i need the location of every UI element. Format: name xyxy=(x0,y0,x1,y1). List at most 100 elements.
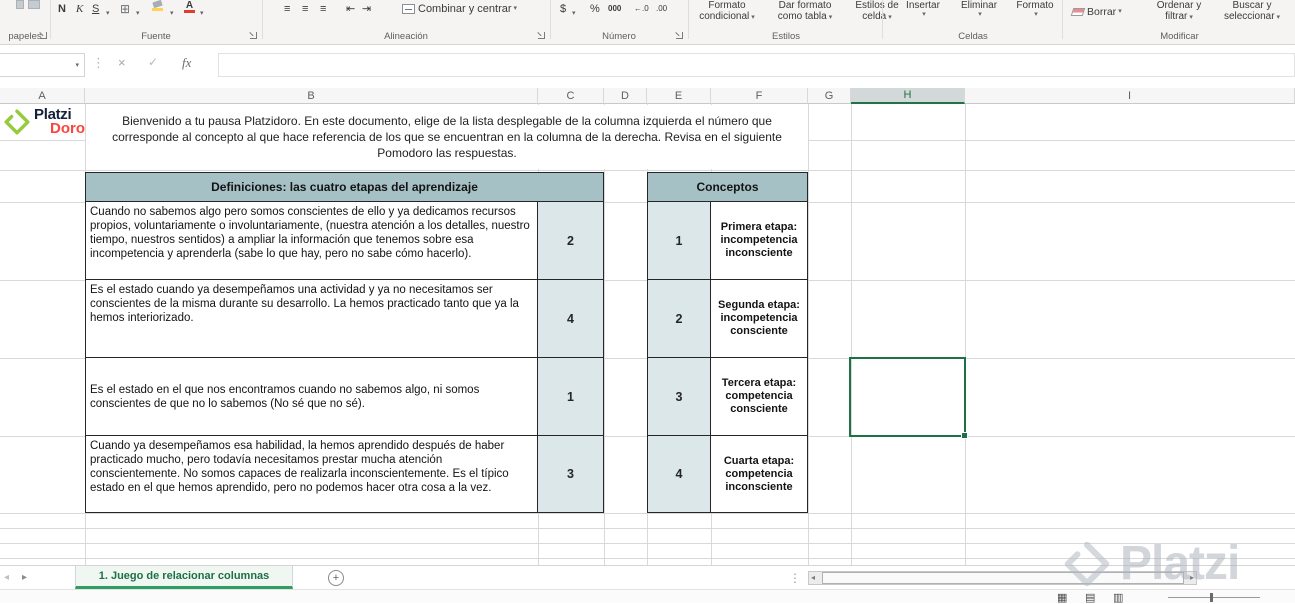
currency-dropdown-icon[interactable]: ▾ xyxy=(572,5,576,22)
thousands-format-button[interactable]: 000 xyxy=(608,0,621,17)
definition-cell[interactable]: Cuando no sabemos algo pero somos consci… xyxy=(86,202,538,279)
definition-cell[interactable]: Cuando ya desempeñamos esa habilidad, la… xyxy=(86,436,538,512)
underline-dropdown-icon[interactable]: ▾ xyxy=(106,5,110,22)
platzidoro-logo: Platzi Doro xyxy=(3,107,96,136)
column-header-g[interactable]: G xyxy=(808,88,851,104)
name-box-dropdown-icon[interactable]: ▾ xyxy=(75,62,79,69)
page-layout-view-icon[interactable]: ▤ xyxy=(1085,591,1095,604)
formula-bar-splitter-icon[interactable]: ⋮ xyxy=(92,55,105,71)
column-header-c[interactable]: C xyxy=(538,88,604,104)
format-painter-icon[interactable] xyxy=(28,0,40,9)
dropdown-icon: ▾ xyxy=(1034,11,1038,18)
answer-cell[interactable]: 4 xyxy=(538,280,603,357)
column-header-i[interactable]: I xyxy=(965,88,1295,104)
formula-input[interactable] xyxy=(218,53,1295,77)
zoom-slider[interactable] xyxy=(1168,597,1260,598)
bold-button[interactable]: N xyxy=(58,0,66,17)
concepts-table-header[interactable]: Conceptos xyxy=(648,173,807,202)
concept-number-cell[interactable]: 1 xyxy=(648,202,711,279)
decrease-decimal-icon[interactable]: .00 xyxy=(656,0,667,17)
clipboard-dialog-launcher-icon[interactable] xyxy=(40,32,47,39)
gridline-v xyxy=(604,104,605,565)
concept-number-cell[interactable]: 2 xyxy=(648,280,711,357)
currency-format-button[interactable]: $ xyxy=(560,0,566,17)
column-header-a[interactable]: A xyxy=(0,88,85,104)
font-color-letter: A xyxy=(185,0,194,11)
alignment-dialog-launcher-icon[interactable] xyxy=(538,32,545,39)
underline-button[interactable]: S xyxy=(92,0,99,17)
group-separator xyxy=(882,0,883,39)
column-header-e[interactable]: E xyxy=(647,88,711,104)
answer-cell[interactable]: 1 xyxy=(538,358,603,435)
concept-row: 3 Tercera etapa: competencia consciente xyxy=(648,358,807,436)
sheet-nav-left-icon[interactable]: ◂ xyxy=(4,572,9,583)
sort-filter-button[interactable]: Ordenar y filtrar ▾ xyxy=(1146,0,1212,22)
column-header-d[interactable]: D xyxy=(604,88,647,104)
fill-color-button[interactable] xyxy=(152,0,163,17)
sheet-tab-bar: ◂ ▸ 1. Juego de relacionar columnas + ⋮ … xyxy=(0,565,1295,589)
scroll-left-icon[interactable]: ◂ xyxy=(811,573,815,582)
align-center-icon[interactable]: ≡ xyxy=(302,0,308,17)
answer-cell[interactable]: 2 xyxy=(538,202,603,279)
insert-function-button[interactable]: fx xyxy=(182,55,191,71)
percent-format-button[interactable]: % xyxy=(590,0,600,17)
instructions-cell[interactable]: Bienvenido a tu pausa Platzidoro. En est… xyxy=(86,105,808,169)
answer-cell[interactable]: 3 xyxy=(538,436,603,512)
active-sheet-tab[interactable]: 1. Juego de relacionar columnas xyxy=(75,566,293,589)
column-headers: A B C D E F G H I xyxy=(0,88,1295,104)
concept-number-cell[interactable]: 4 xyxy=(648,436,711,512)
number-dialog-launcher-icon[interactable] xyxy=(676,32,683,39)
dropdown-icon: ▾ xyxy=(751,14,755,21)
concept-number-cell[interactable]: 3 xyxy=(648,358,711,435)
column-header-f[interactable]: F xyxy=(711,88,808,104)
align-right-icon[interactable]: ≡ xyxy=(320,0,326,17)
format-cells-button[interactable]: Formato ▾ xyxy=(1008,0,1062,26)
italic-button[interactable]: K xyxy=(76,0,83,17)
tab-splitter-icon[interactable]: ⋮ xyxy=(789,571,801,585)
decrease-indent-icon[interactable]: ⇤ xyxy=(346,0,355,17)
eraser-icon xyxy=(1070,7,1086,16)
zoom-slider-thumb[interactable] xyxy=(1210,593,1213,602)
platzi-logo-icon xyxy=(4,109,30,135)
concept-cell[interactable]: Primera etapa: incompetencia inconscient… xyxy=(711,202,807,279)
page-break-view-icon[interactable]: ▥ xyxy=(1113,591,1123,604)
cancel-icon[interactable]: × xyxy=(118,55,126,70)
scroll-right-icon[interactable]: ▸ xyxy=(1190,573,1194,582)
clear-button[interactable]: Borrar ▾ xyxy=(1070,3,1122,20)
increase-indent-icon[interactable]: ⇥ xyxy=(362,0,371,17)
normal-view-icon[interactable]: ▦ xyxy=(1057,591,1067,604)
scrollbar-thumb[interactable] xyxy=(822,572,1184,584)
concept-cell[interactable]: Tercera etapa: competencia consciente xyxy=(711,358,807,435)
definition-cell[interactable]: Es el estado cuando ya desempeñamos una … xyxy=(86,280,538,357)
clipboard-icon[interactable] xyxy=(16,0,24,9)
increase-decimal-icon[interactable]: ←.0 xyxy=(634,0,649,17)
definitions-table-header[interactable]: Definiciones: las cuatro etapas del apre… xyxy=(86,173,603,202)
selected-cell[interactable] xyxy=(849,357,968,439)
concept-cell[interactable]: Cuarta etapa: competencia inconsciente xyxy=(711,436,807,512)
font-color-button[interactable]: A xyxy=(184,0,195,17)
borders-dropdown-icon[interactable]: ▾ xyxy=(136,5,140,22)
align-left-icon[interactable]: ≡ xyxy=(284,0,290,17)
horizontal-scrollbar[interactable]: ◂ ▸ xyxy=(808,571,1197,585)
font-dialog-launcher-icon[interactable] xyxy=(250,32,257,39)
name-box[interactable]: ▾ xyxy=(0,53,85,77)
styles-group-label: Estilos xyxy=(772,31,800,42)
column-header-b[interactable]: B xyxy=(85,88,538,104)
definition-cell[interactable]: Es el estado en el que nos encontramos c… xyxy=(86,358,538,435)
concept-cell[interactable]: Segunda etapa: incompetencia consciente xyxy=(711,280,807,357)
cells-group-label: Celdas xyxy=(958,31,988,42)
fill-handle[interactable] xyxy=(961,432,968,439)
find-select-button[interactable]: Buscar y seleccionar ▾ xyxy=(1214,0,1290,22)
insert-cells-button[interactable]: Insertar ▾ xyxy=(896,0,950,26)
delete-cells-button[interactable]: Eliminar ▾ xyxy=(952,0,1006,26)
borders-icon[interactable]: ⊞ xyxy=(120,0,130,17)
add-sheet-button[interactable]: + xyxy=(328,570,344,586)
enter-icon[interactable]: ✓ xyxy=(148,55,158,69)
sheet-nav-right-icon[interactable]: ▸ xyxy=(22,572,27,583)
conditional-formatting-button[interactable]: Formato condicional ▾ xyxy=(690,0,764,22)
font-color-dropdown-icon[interactable]: ▾ xyxy=(200,5,204,22)
merge-center-button[interactable]: Combinar y centrar ▾ xyxy=(402,0,517,17)
format-as-table-button[interactable]: Dar formato como tabla ▾ xyxy=(766,0,844,22)
fill-color-dropdown-icon[interactable]: ▾ xyxy=(170,5,174,22)
column-header-h-selected[interactable]: H xyxy=(851,88,965,104)
